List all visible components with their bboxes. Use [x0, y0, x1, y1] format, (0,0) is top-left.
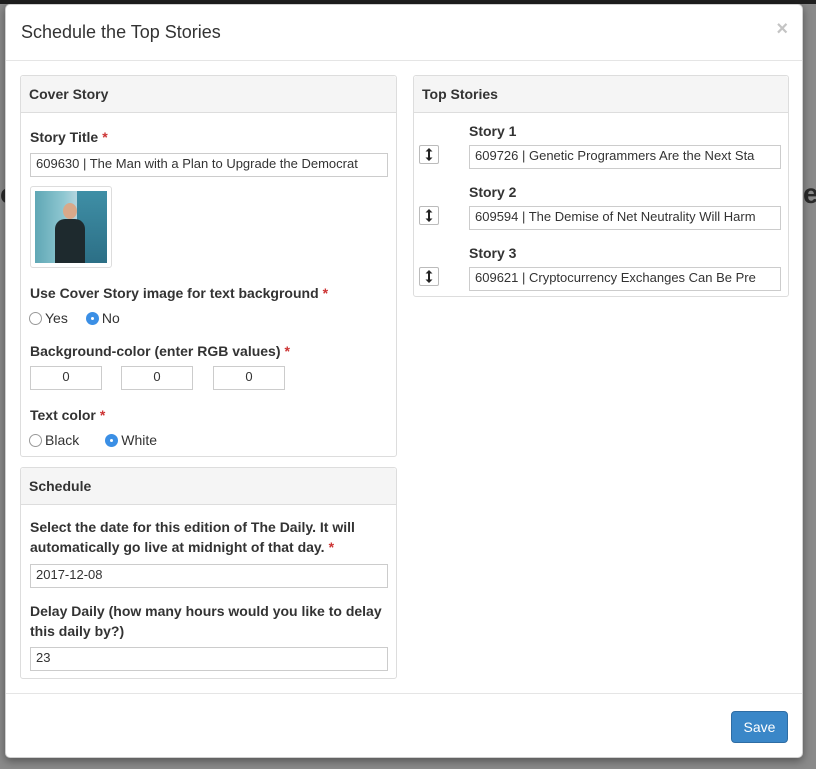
story-2-drag-handle[interactable] — [419, 206, 439, 225]
use-image-radio-group: Yes No — [29, 310, 138, 326]
modal-footer: Save — [6, 693, 802, 757]
text-color-white-label: White — [121, 432, 158, 448]
story-3-label: Story 3 — [469, 245, 517, 261]
story-1-label: Story 1 — [469, 123, 517, 139]
text-color-black-radio[interactable] — [29, 433, 42, 447]
required-mark: * — [284, 343, 290, 359]
schedule-date-label-text: Select the date for this edition of The … — [30, 519, 355, 555]
vertical-resize-arrow-icon — [425, 270, 433, 283]
cover-story-image — [35, 191, 107, 263]
story-2-label: Story 2 — [469, 184, 517, 200]
vertical-resize-arrow-icon — [425, 209, 433, 222]
required-mark: * — [328, 539, 335, 555]
text-color-label: Text color * — [30, 405, 105, 425]
story-1-input[interactable]: 609726 | Genetic Programmers Are the Nex… — [469, 145, 781, 169]
text-color-radio-group: Black White — [29, 432, 175, 448]
story-3-drag-handle[interactable] — [419, 267, 439, 286]
delay-label: Delay Daily (how many hours would you li… — [30, 603, 382, 639]
cover-story-thumbnail — [30, 186, 112, 268]
bg-color-green-input[interactable]: 0 — [121, 366, 193, 390]
modal-header: Schedule the Top Stories × — [6, 5, 802, 61]
vertical-resize-arrow-icon — [425, 148, 433, 161]
bg-color-red-input[interactable]: 0 — [30, 366, 102, 390]
use-image-yes-radio[interactable] — [29, 311, 42, 325]
use-image-no-radio[interactable] — [85, 311, 99, 325]
story-title-input[interactable]: 609630 | The Man with a Plan to Upgrade … — [30, 153, 388, 177]
schedule-heading: Schedule — [21, 468, 396, 505]
top-stories-heading: Top Stories — [414, 76, 788, 113]
required-mark: * — [322, 285, 329, 301]
close-icon[interactable]: × — [776, 19, 788, 39]
use-image-no-label: No — [101, 310, 120, 326]
schedule-date-input[interactable]: 2017-12-08 — [30, 564, 388, 588]
text-color-label-text: Text color — [30, 407, 96, 423]
bg-color-label: Background-color (enter RGB values) * — [30, 341, 290, 361]
schedule-panel: Schedule Select the date for this editio… — [20, 467, 397, 679]
schedule-date-label: Select the date for this edition of The … — [30, 517, 380, 557]
cover-story-panel: Cover Story Story Title * 609630 | The Ma… — [20, 75, 397, 457]
use-image-label: Use Cover Story image for text backgroun… — [30, 283, 328, 303]
story-title-label: Story Title * — [30, 127, 108, 147]
text-color-white-radio[interactable] — [105, 433, 119, 447]
text-color-black-label: Black — [45, 432, 80, 448]
bg-color-label-text: Background-color (enter RGB values) — [30, 343, 281, 359]
background-fragment-right: e — [803, 178, 816, 209]
delay-input[interactable]: 23 — [30, 647, 388, 671]
story-title-label-text: Story Title — [30, 129, 99, 145]
modal-title: Schedule the Top Stories — [21, 22, 221, 42]
story-1-drag-handle[interactable] — [419, 145, 439, 164]
save-button[interactable]: Save — [731, 711, 788, 743]
schedule-modal: Schedule the Top Stories × Cover Story S… — [5, 4, 803, 758]
bg-color-blue-input[interactable]: 0 — [213, 366, 285, 390]
top-stories-panel: Top Stories Story 1 609726 | Genetic Pro… — [413, 75, 789, 297]
required-mark: * — [102, 129, 108, 145]
story-3-input[interactable]: 609621 | Cryptocurrency Exchanges Can Be… — [469, 267, 781, 291]
use-image-yes-label: Yes — [45, 310, 68, 326]
use-image-label-text: Use Cover Story image for text backgroun… — [30, 285, 319, 301]
cover-story-heading: Cover Story — [21, 76, 396, 113]
story-2-input[interactable]: 609594 | The Demise of Net Neutrality Wi… — [469, 206, 781, 230]
required-mark: * — [99, 407, 106, 423]
